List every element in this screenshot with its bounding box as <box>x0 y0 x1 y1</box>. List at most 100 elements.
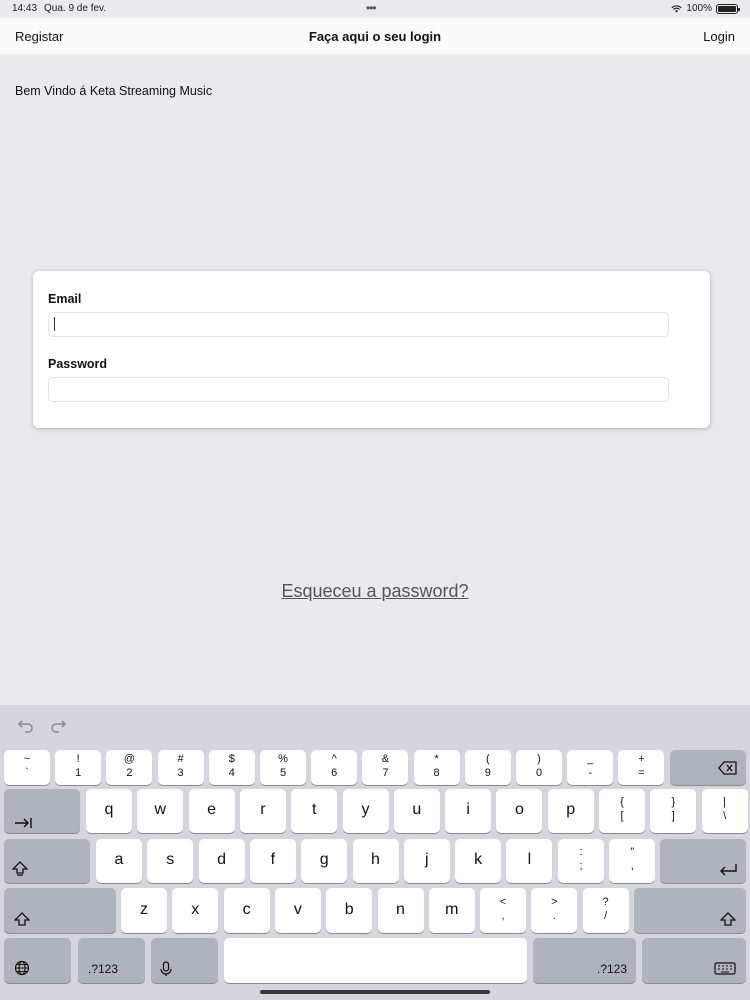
hide-keyboard-key[interactable] <box>642 938 746 983</box>
key-2[interactable]: @2 <box>106 750 153 785</box>
key-6[interactable]: ^ 6 <box>311 750 358 785</box>
key-symbol-1[interactable]: }] <box>650 789 697 833</box>
key-symbol-0[interactable]: {[ <box>599 789 645 833</box>
forgot-password-link[interactable]: Esqueceu a password? <box>0 581 750 602</box>
key-base-label: ] <box>671 810 675 822</box>
key-label: k <box>474 851 483 868</box>
shift-icon <box>13 912 31 931</box>
numbers-key-left[interactable]: .?123 <box>78 938 145 983</box>
key-c[interactable]: c <box>223 888 270 933</box>
key-9[interactable]: (9 <box>464 750 511 785</box>
key-q[interactable]: q <box>86 789 132 833</box>
return-key[interactable] <box>660 839 746 883</box>
key-i[interactable]: i <box>445 789 492 833</box>
redo-icon[interactable] <box>48 715 68 735</box>
key-s[interactable]: s <box>147 839 194 883</box>
key-y[interactable]: y <box>342 789 389 833</box>
key-7[interactable]: & 7 <box>362 750 409 785</box>
multitasking-dots-icon[interactable]: ••• <box>366 1 377 15</box>
key-h[interactable]: h <box>352 839 399 883</box>
wifi-icon <box>671 4 682 13</box>
key-f[interactable]: f <box>249 839 296 883</box>
key-base-label: 3 <box>177 766 184 779</box>
key-10[interactable]: ) 0 <box>516 750 562 785</box>
key-4[interactable]: $4 <box>208 750 255 785</box>
key-base-label: [ <box>620 810 624 822</box>
key-8[interactable]: * 8 <box>413 750 460 785</box>
key-v[interactable]: v <box>274 888 321 933</box>
dictation-key[interactable] <box>151 938 218 983</box>
key-shift-label: { <box>620 796 624 808</box>
key-label: e <box>207 801 217 818</box>
key-1[interactable]: ! 1 <box>55 750 102 785</box>
delete-key[interactable] <box>670 750 746 785</box>
key-base-label: . <box>552 909 556 922</box>
key-shift-label: : <box>579 846 583 858</box>
key-base-label: / <box>604 909 608 922</box>
key-shift-label: # <box>177 752 184 765</box>
key-label: b <box>344 900 354 918</box>
key-symbol-r4-2[interactable]: ? / <box>582 888 629 933</box>
key-t[interactable]: t <box>291 789 338 833</box>
key-w[interactable]: w <box>137 789 184 833</box>
key-k[interactable]: k <box>455 839 502 883</box>
tab-key[interactable] <box>4 789 80 833</box>
status-time: 14:43 <box>12 3 38 14</box>
key-label: x <box>191 900 200 918</box>
key-x[interactable]: x <box>172 888 219 933</box>
key-b[interactable]: b <box>326 888 373 933</box>
key-label: c <box>242 900 251 918</box>
globe-icon <box>14 960 30 981</box>
login-button[interactable]: Login <box>703 29 735 44</box>
backspace-icon <box>718 761 738 780</box>
nav-bar: Registar Faça aqui o seu login Login <box>0 18 750 54</box>
key-m[interactable]: m <box>428 888 475 933</box>
key-3[interactable]: #3 <box>157 750 204 785</box>
key-u[interactable]: u <box>393 789 440 833</box>
key-label: v <box>293 900 302 918</box>
globe-key[interactable] <box>4 938 71 983</box>
shift-left-key[interactable] <box>4 888 116 933</box>
key-0[interactable]: ~ ` <box>4 750 50 785</box>
key-o[interactable]: o <box>496 789 543 833</box>
caps-lock-key[interactable] <box>4 839 90 883</box>
key-g[interactable]: g <box>301 839 348 883</box>
key-12[interactable]: + = <box>618 750 665 785</box>
key-shift-label: _ <box>587 752 594 765</box>
key-symbol-r3-0[interactable]: :; <box>558 839 604 883</box>
key-z[interactable]: z <box>121 888 167 933</box>
key-label: z <box>140 900 148 918</box>
key-e[interactable]: e <box>188 789 235 833</box>
key-5[interactable]: % 5 <box>260 750 306 785</box>
key-p[interactable]: p <box>547 789 594 833</box>
numbers-key-label: .?123 <box>88 962 119 976</box>
key-j[interactable]: j <box>403 839 450 883</box>
key-symbol-2[interactable]: | \ <box>701 789 748 833</box>
key-base-label: 7 <box>382 766 389 779</box>
space-key[interactable] <box>224 938 527 983</box>
key-label: j <box>425 851 429 868</box>
key-label: r <box>260 801 266 818</box>
key-base-label: ; <box>579 860 583 872</box>
key-label: u <box>412 801 422 818</box>
keyboard-dismiss-icon <box>714 962 736 983</box>
key-shift-label: @ <box>123 752 135 765</box>
numbers-key-right[interactable]: .?123 <box>533 938 636 983</box>
email-field[interactable] <box>48 312 669 337</box>
key-symbol-r3-1[interactable]: ", <box>609 839 656 883</box>
key-11[interactable]: _ - <box>567 750 614 785</box>
shift-right-key[interactable] <box>634 888 746 933</box>
key-a[interactable]: a <box>96 839 142 883</box>
key-n[interactable]: n <box>377 888 424 933</box>
key-base-label: 5 <box>279 766 287 779</box>
key-r[interactable]: r <box>239 789 286 833</box>
undo-icon[interactable] <box>16 715 36 735</box>
text-caret <box>54 317 55 331</box>
key-base-label: - <box>588 766 593 779</box>
key-d[interactable]: d <box>198 839 245 883</box>
key-label: l <box>527 851 532 868</box>
key-l[interactable]: l <box>506 839 553 883</box>
password-field[interactable] <box>48 377 669 402</box>
key-symbol-r4-0[interactable]: <, <box>480 888 526 933</box>
key-symbol-r4-1[interactable]: >. <box>531 888 578 933</box>
